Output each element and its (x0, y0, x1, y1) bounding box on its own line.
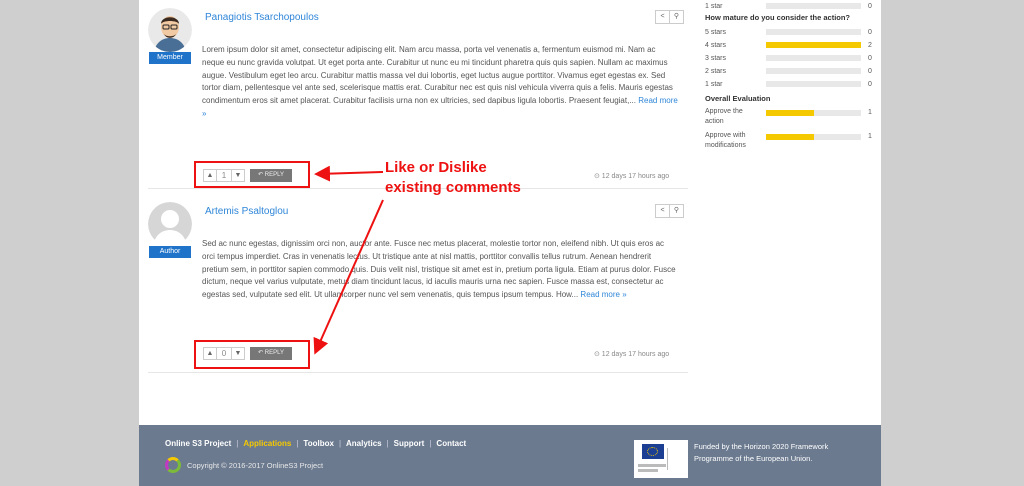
rating-label: 1 star (705, 3, 723, 10)
arrow (313, 199, 384, 355)
rating-label: 4 stars (705, 42, 727, 49)
rating-bar (766, 81, 861, 87)
rating-count: 0 (868, 29, 872, 36)
annotation-line: Like or Dislike (385, 159, 487, 176)
footer-link-analytics[interactable]: Analytics (346, 439, 382, 448)
rating-label: Approve the action (705, 108, 743, 125)
rating-bar (766, 68, 861, 74)
annotation-line: existing comments (385, 179, 521, 196)
rating-bar-fill (766, 110, 814, 116)
rating-label: 2 stars (705, 68, 727, 75)
section-title: Overall Evaluation (705, 94, 771, 103)
footer-link-applications[interactable]: Applications (243, 439, 291, 448)
onlines3-logo-icon (165, 457, 181, 473)
footer-separator: | (429, 439, 432, 448)
rating-row: 2 stars 0 (705, 66, 875, 79)
rating-bar (766, 110, 861, 116)
rating-row: Approve the action 1 (705, 107, 875, 131)
rating-count: 0 (868, 55, 872, 62)
footer-link-support[interactable]: Support (394, 439, 425, 448)
rating-bar-fill (766, 134, 814, 140)
copyright: Copyright © 2016-2017 OnlineS3 Project (165, 457, 323, 473)
rating-row: 3 stars 0 (705, 53, 875, 66)
annotation-text: Like or Dislike existing comments (385, 158, 521, 198)
rating-bar (766, 134, 861, 140)
copyright-text: Copyright © 2016-2017 OnlineS3 Project (187, 460, 324, 470)
rating-row: 1 star 0 (705, 79, 875, 92)
rating-row: Approve with modifications 1 (705, 131, 875, 155)
rating-count: 1 (868, 133, 872, 140)
footer-separator: | (296, 439, 299, 448)
rating-row: 4 stars 2 (705, 40, 875, 53)
rating-row: 5 stars 0 (705, 27, 875, 40)
footer-separator: | (236, 439, 239, 448)
rating-bar (766, 29, 861, 35)
rating-bar-fill (766, 42, 861, 48)
arrow (314, 165, 384, 182)
eu-logo (634, 440, 688, 478)
footer-link-contact[interactable]: Contact (436, 439, 466, 448)
rating-label: 3 stars (705, 55, 727, 62)
rating-label: Approve with modifications (705, 132, 746, 149)
rating-label: 5 stars (705, 29, 727, 36)
rating-count: 2 (868, 42, 872, 49)
rating-count: 1 (868, 109, 872, 116)
footer-separator: | (338, 439, 342, 448)
eu-flag-icon (642, 444, 664, 459)
rating-count: 0 (868, 3, 872, 10)
footer-nav: Online S3 Project | Applications | Toolbox | A… (165, 439, 466, 448)
rating-bar (766, 55, 861, 61)
footer-link-toolbox[interactable]: Toolbox (303, 439, 334, 448)
rating-count: 0 (868, 68, 872, 75)
rating-label: 1 star (705, 81, 723, 88)
section-title: How mature do you consider the action? (705, 13, 851, 22)
rating-count: 0 (868, 81, 872, 88)
rating-bar (766, 42, 861, 48)
funding-text: Funded by the Horizon 2020 Framework Pro… (694, 442, 829, 463)
footer: Online S3 Project | Applications | Toolbox | A… (139, 425, 881, 486)
footer-separator: | (386, 439, 389, 448)
rating-bar (766, 3, 861, 9)
footer-link-online-s3-project[interactable]: Online S3 Project (165, 439, 231, 448)
